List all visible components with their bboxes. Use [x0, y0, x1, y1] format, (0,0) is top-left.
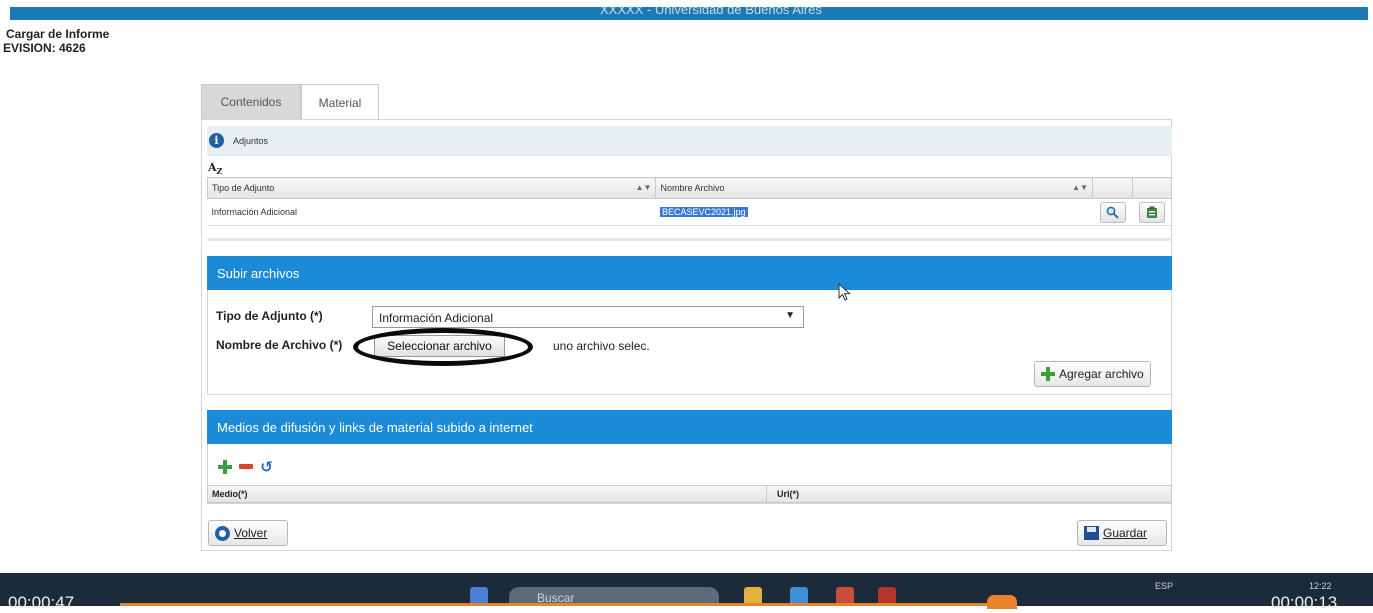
undo-button[interactable]: ↺ [258, 457, 275, 476]
back-icon [215, 525, 230, 541]
file-name[interactable]: BECASEVC2021.jpg [659, 207, 748, 217]
window-title-bar: XXXXX - Universidad de Buenos Aires [10, 7, 1368, 20]
save-button[interactable]: Guardar [1077, 520, 1167, 546]
undo-icon: ↺ [260, 457, 273, 476]
adjuntos-bar: i Adjuntos [207, 126, 1172, 156]
column-header-tipo[interactable]: Tipo de Adjunto ▲▼ [206, 177, 657, 199]
adjuntos-label: Adjuntos [233, 135, 269, 146]
tipo-label: Tipo de Adjunto (*) [216, 309, 323, 323]
save-icon [1084, 526, 1099, 540]
page-subtitle: EVISION: 4626 [3, 41, 86, 55]
tab-contenidos[interactable]: Contenidos [201, 84, 301, 119]
back-button[interactable]: Volver [208, 520, 288, 546]
sort-az-icon[interactable]: AZ [208, 161, 222, 176]
table-row[interactable]: Información Adicional BECASEVC2021.jpg [207, 198, 1172, 226]
back-label: Volver [234, 526, 268, 540]
highlight-oval [353, 328, 533, 366]
tab-label: Material [318, 95, 362, 110]
taskbar: 00:00:47 Buscar ESP 12:22 00:00:13 [0, 573, 1373, 612]
system-clock: 12:22 [1309, 581, 1332, 591]
add-row-button[interactable] [216, 458, 233, 475]
save-label: Guardar [1103, 526, 1148, 540]
info-icon: i [209, 133, 224, 148]
cell-tipo: Información Adicional [207, 198, 656, 226]
elapsed-time: 00:00:47 [8, 593, 75, 612]
plus-icon [1041, 367, 1055, 381]
medios-table-header: Medio(*) Url(*) [207, 485, 1172, 503]
column-header-url[interactable]: Url(*) [777, 489, 799, 499]
remaining-time: 00:00:13 [1271, 593, 1338, 612]
add-file-label: Agregar archivo [1059, 367, 1144, 381]
tab-label: Contenidos [220, 95, 282, 109]
clipboard-icon [1146, 206, 1157, 218]
column-header-action [1131, 177, 1173, 199]
divider [207, 238, 1172, 241]
video-progress-handle[interactable] [987, 595, 1017, 609]
medios-header: Medios de difusión y links de material s… [207, 410, 1172, 444]
column-header-nombre[interactable]: Nombre Archivo ▲▼ [655, 177, 1094, 199]
cell-nombre: BECASEVC2021.jpg [655, 198, 1093, 226]
column-divider [766, 486, 767, 503]
minus-icon [238, 464, 253, 469]
view-button[interactable] [1099, 201, 1126, 223]
sort-arrows-icon[interactable]: ▲▼ [1072, 183, 1088, 192]
language-indicator: ESP [1155, 581, 1174, 591]
add-file-button[interactable]: Agregar archivo [1034, 361, 1151, 387]
magnifier-icon [1106, 206, 1119, 219]
window-title: XXXXX - Universidad de Buenos Aires [600, 7, 822, 17]
subir-header: Subir archivos [207, 256, 1172, 290]
page-title: Cargar de Informe [6, 27, 110, 41]
remove-row-button[interactable] [237, 458, 254, 475]
edit-button[interactable] [1138, 201, 1165, 223]
tab-material[interactable]: Material [301, 84, 379, 120]
mouse-cursor-icon [838, 283, 851, 301]
tipo-select-value: Información Adicional [379, 311, 494, 325]
chevron-down-icon: ▼ [785, 310, 795, 321]
nombre-label: Nombre de Archivo (*) [216, 338, 343, 352]
tipo-select[interactable]: Información Adicional ▼ [372, 306, 804, 328]
column-header-medio[interactable]: Medio(*) [212, 489, 248, 499]
adjuntos-table: Tipo de Adjunto ▲▼ Nombre Archivo ▲▼ Inf… [206, 177, 1173, 226]
page-header: Cargar de Informe EVISION: 4626 [3, 27, 110, 55]
plus-icon [217, 459, 232, 474]
column-header-action [1092, 177, 1133, 199]
file-status: uno archivo selec. [553, 339, 650, 353]
sort-arrows-icon[interactable]: ▲▼ [636, 183, 652, 192]
